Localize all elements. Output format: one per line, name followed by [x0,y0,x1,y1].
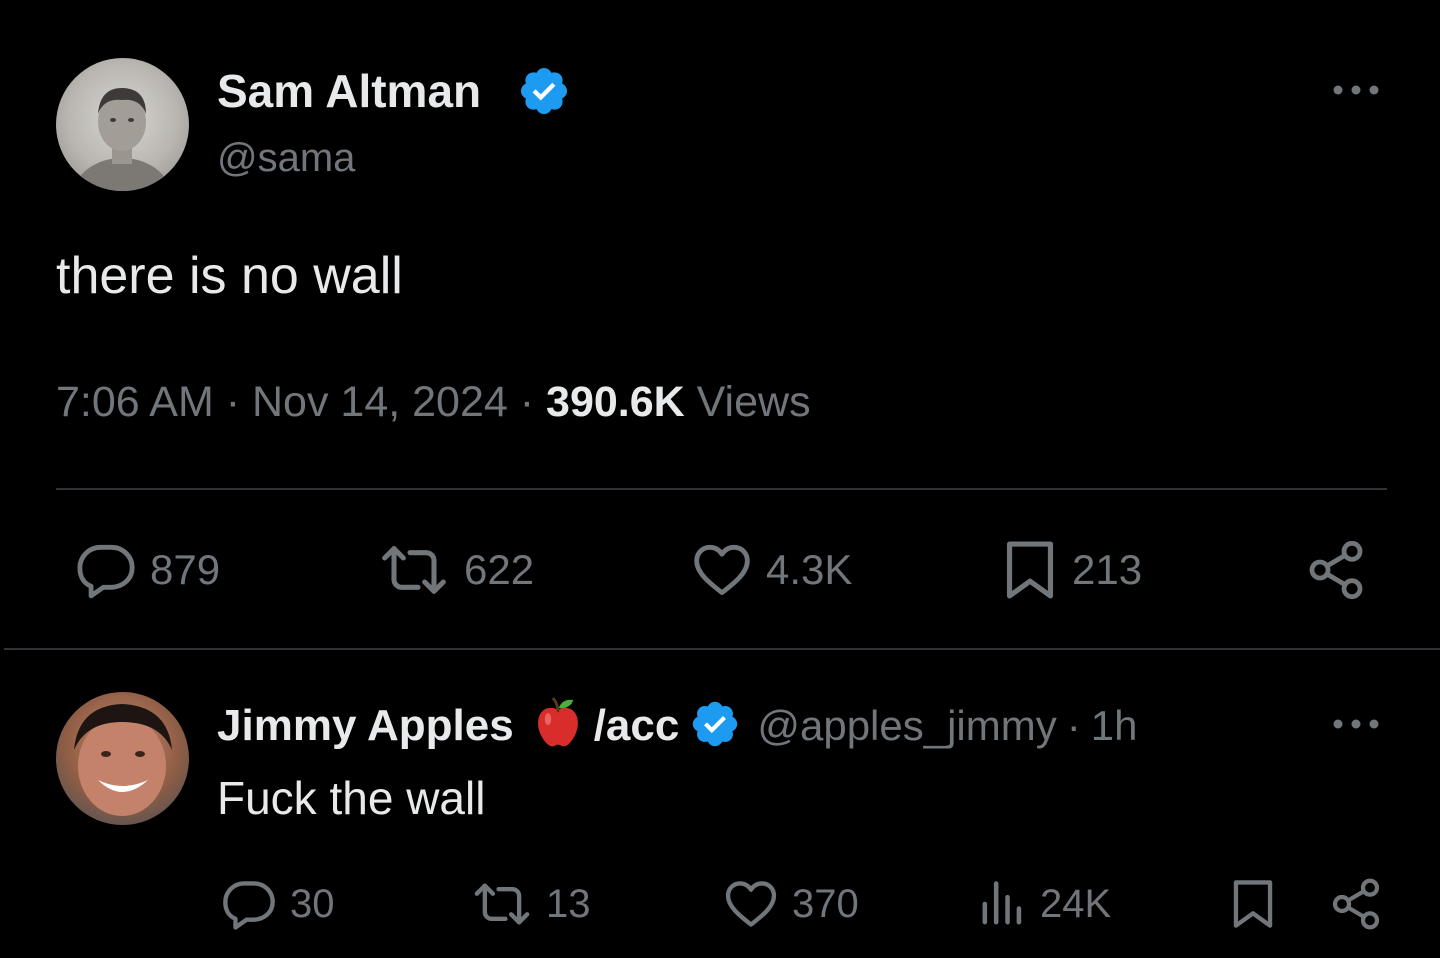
bookmark-count: 213 [1072,546,1143,593]
repost-icon [382,546,446,594]
avatar-portrait-image [72,88,172,191]
tweet-metadata: 7:06 AM · Nov 14, 2024 · 390.6K Views [56,376,811,428]
bookmark-icon [1006,541,1054,599]
share-icon [1309,540,1363,600]
repost-button[interactable]: 622 [376,538,534,602]
author-avatar[interactable] [56,58,189,191]
reply-count: 30 [290,881,335,926]
reply-button[interactable]: 30 [220,874,335,934]
verified-badge-icon [517,64,571,118]
more-options-button[interactable] [1330,710,1382,738]
divider [4,648,1440,650]
reply-timestamp[interactable]: 1h [1091,702,1138,750]
verified-badge-icon [689,698,741,755]
tweet-text: there is no wall [56,247,403,305]
author-handle[interactable]: @sama [217,134,355,182]
like-count: 4.3K [766,546,853,593]
reply-author-handle[interactable]: @apples_jimmy [757,702,1056,750]
tweet-time[interactable]: 7:06 AM [56,378,214,426]
author-name[interactable]: Sam Altman [217,64,481,118]
more-options-button[interactable] [1330,76,1382,104]
like-button[interactable]: 370 [722,874,859,934]
reply-button[interactable]: 879 [74,538,220,602]
views-label: Views [696,378,811,426]
repost-count: 622 [464,546,535,593]
tweet-date[interactable]: Nov 14, 2024 [252,378,508,426]
views-button[interactable]: 24K [978,874,1111,934]
like-icon [694,544,750,596]
meta-separator: · [225,378,241,426]
more-icon [1333,85,1379,95]
like-icon [725,881,777,927]
reply-header: Jimmy Apples /acc @apples_jimmy · 1h [217,696,1138,757]
reply-author-name-suffix[interactable]: /acc [594,701,680,751]
reply-count: 879 [150,546,221,593]
reply-icon [223,881,275,930]
reply-text: Fuck the wall [217,772,486,824]
views-count[interactable]: 390.6K [546,378,685,426]
share-button[interactable] [1304,538,1368,602]
like-button[interactable]: 4.3K [690,538,852,602]
reply-icon [77,544,135,599]
share-button[interactable] [1328,874,1384,934]
repost-button[interactable]: 13 [470,874,591,934]
repost-icon [474,883,530,925]
share-icon [1332,878,1380,930]
reply-author-avatar[interactable] [56,692,189,825]
bookmark-button[interactable]: 213 [1000,538,1142,602]
bookmark-icon [1233,880,1273,928]
meta-separator: · [1066,702,1081,749]
bookmark-button[interactable] [1228,874,1278,934]
meta-separator: · [519,378,535,426]
views-count: 24K [1040,881,1112,926]
like-count: 370 [792,881,859,926]
divider [56,488,1387,490]
repost-count: 13 [546,881,591,926]
views-icon [982,881,1022,925]
avatar-portrait-image [74,704,172,816]
red-apple-emoji-icon [532,696,584,757]
reply-author-name[interactable]: Jimmy Apples [217,701,514,751]
more-icon [1333,719,1379,729]
